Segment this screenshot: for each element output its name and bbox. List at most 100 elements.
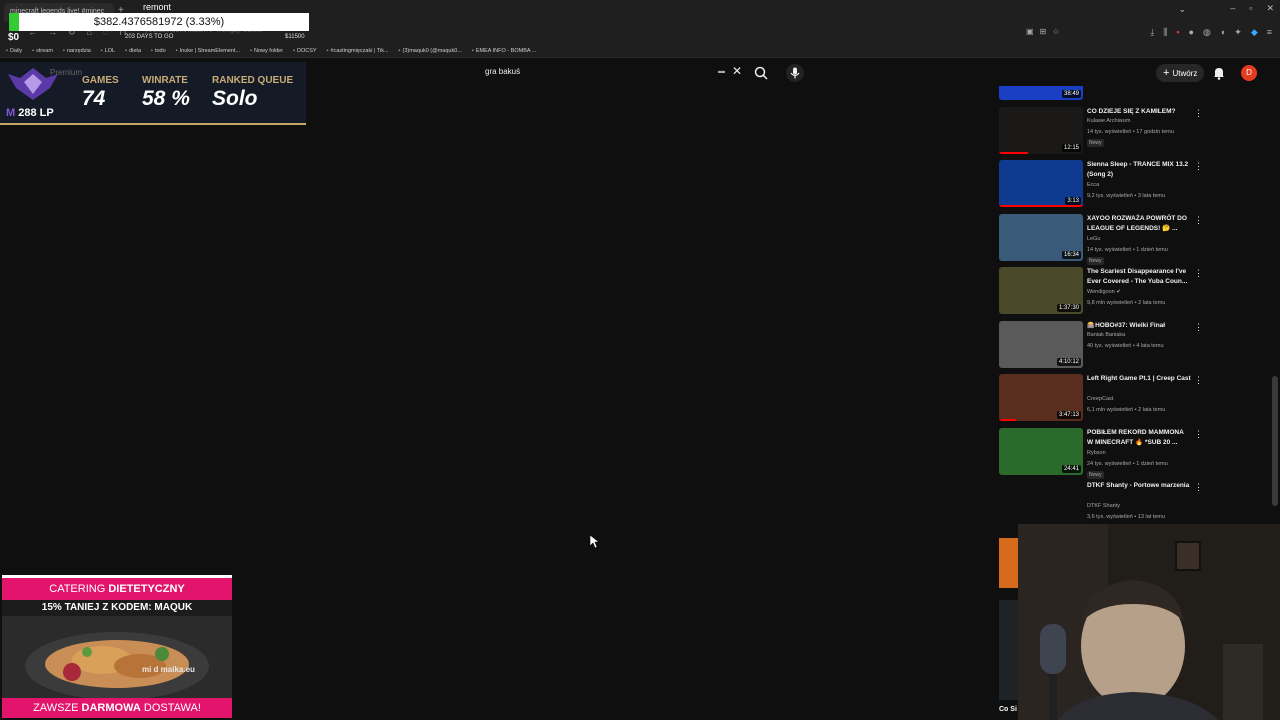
create-button[interactable]: + Utwórz [1156, 64, 1204, 82]
partial-thumbnail[interactable] [999, 538, 1019, 588]
video-list-item[interactable]: 3:13 Sienna Sleep - TRANCE MIX 13.2 (Song… [999, 160, 1209, 210]
video-list-item[interactable]: 1:37:30 The Scariest Disappearance I've E… [999, 267, 1209, 317]
stat-queue: RANKED QUEUE Solo [212, 75, 293, 111]
account-avatar[interactable]: D [1241, 65, 1257, 81]
plus-icon: + [1163, 67, 1170, 79]
video-list-item[interactable]: 24:41 POBIŁEM REKORD MAMMONA W MINECRAFT … [999, 427, 1209, 479]
video-duration: 12:15 [1061, 143, 1081, 152]
webcam-feed [1018, 524, 1280, 720]
video-thumbnail[interactable]: 1:37:30 [999, 267, 1083, 314]
channel-name[interactable]: Wendigoon ✔ [1087, 289, 1121, 295]
more-actions-icon[interactable]: ⋮ [1194, 215, 1203, 226]
bookmark-maquk[interactable]: (3)maquk0 (@maquk0... [399, 48, 461, 54]
page-scrollbar[interactable] [1272, 376, 1278, 506]
video-thumbnail[interactable]: 3:47:13 [999, 374, 1083, 421]
more-actions-icon[interactable]: ⋮ [1194, 429, 1203, 440]
sponsor-headline-bold: DIETETYCZNY [108, 583, 185, 595]
goal-progress-bar [9, 13, 19, 31]
video-duration: 24:41 [1061, 464, 1081, 473]
video-thumbnail[interactable]: 3:13 [999, 160, 1083, 207]
more-actions-icon[interactable]: ⋮ [1194, 375, 1203, 386]
bookmark-star-icon[interactable]: ☆ [1052, 27, 1059, 36]
more-actions-icon[interactable]: ⋮ [1194, 482, 1203, 493]
clear-search-icon[interactable]: ✕ [732, 64, 742, 78]
premium-label: Premium [50, 68, 83, 77]
extension-circle-icon[interactable]: ● [1189, 27, 1194, 38]
extension-blue-icon[interactable]: ◆ [1251, 27, 1258, 38]
bookmark-streamelements[interactable]: Inuke | StreamElement... [176, 48, 240, 54]
library-icon[interactable]: ⫼ [1163, 27, 1167, 38]
video-meta: 3,6 tys. wyświetleń • 13 lat temu [1087, 514, 1166, 520]
channel-name[interactable]: DTKF Shanty [1087, 503, 1120, 509]
keyboard-icon[interactable]: ▬ [718, 68, 725, 75]
video-thumbnail[interactable]: 4:10:12 [999, 320, 1083, 368]
video-title[interactable]: Sienna Sleep - TRANCE MIX 13.2 (Song 2) [1087, 160, 1191, 180]
minimize-icon[interactable]: – [1230, 3, 1235, 14]
extension-gray-icon[interactable]: ◍ [1203, 27, 1211, 38]
video-thumbnail[interactable]: 12:15 [999, 106, 1083, 154]
bookmark-emea[interactable]: EMEA INFO - BOMBA ... [472, 48, 537, 54]
video-title[interactable]: Left Right Game Pt.1 | Creep Cast [1087, 374, 1191, 384]
bookmark-dieta[interactable]: dieta [125, 48, 141, 54]
screenshot-icon[interactable]: ⊞ [1040, 27, 1047, 36]
video-list-item[interactable]: DTKF Shanty - Portowe marzenia DTKF Shant… [999, 481, 1209, 526]
video-list-item[interactable]: 4:10:12 🎰HOBO#37: Wielki Finał Baniak Bani… [999, 320, 1209, 371]
video-title[interactable]: The Scariest Disappearance I've Ever Cov… [1087, 267, 1191, 287]
download-icon[interactable]: ⤓ [1150, 27, 1154, 38]
more-actions-icon[interactable]: ⋮ [1194, 322, 1203, 333]
channel-name[interactable]: CreepCast [1087, 396, 1113, 402]
video-thumbnail[interactable]: 24:41 [999, 427, 1083, 475]
video-thumbnail[interactable]: 16:34 [999, 213, 1083, 261]
video-title[interactable]: XAYOO ROZWAŻA POWRÓT DO LEAGUE OF LEGEND… [1087, 214, 1191, 234]
volume-icon[interactable]: ◖ [1220, 27, 1225, 38]
video-meta: 9,8 mln wyświetleń • 2 lata temu [1087, 300, 1166, 306]
close-window-icon[interactable]: ✕ [1266, 3, 1274, 14]
channel-name[interactable]: LeGu [1087, 236, 1100, 242]
menu-icon[interactable]: ≡ [1267, 27, 1272, 38]
channel-name[interactable]: Baniak Baniaka [1087, 332, 1125, 338]
partial-video-title[interactable]: Co Si [999, 706, 1017, 713]
stat-winrate: WINRATE 58 % [142, 75, 190, 111]
new-badge: Nowy [1087, 470, 1104, 479]
bookmark-todo[interactable]: todo [151, 48, 166, 54]
notifications-bell-icon[interactable] [1213, 66, 1225, 80]
channel-name[interactable]: Ecca [1087, 182, 1099, 188]
bookmark-docsy[interactable]: DOCSY [293, 48, 317, 54]
video-list-item[interactable]: 16:34 XAYOO ROZWAŻA POWRÓT DO LEAGUE OF L… [999, 213, 1209, 265]
tab-list-icon[interactable]: ⌄ [1178, 4, 1186, 15]
search-input[interactable]: gra bakuś ▬ ✕ [476, 63, 748, 83]
video-thumbnail[interactable] [999, 481, 1083, 526]
bookmark-tiktok[interactable]: #castingmięczaki | Tik... [327, 48, 389, 54]
video-thumbnail[interactable]: 38:49 [999, 86, 1083, 100]
more-actions-icon[interactable]: ⋮ [1194, 268, 1203, 279]
more-actions-icon[interactable]: ⋮ [1194, 161, 1203, 172]
channel-name[interactable]: Kulawe Archiwum [1087, 118, 1130, 124]
video-duration: 1:37:30 [1056, 304, 1081, 312]
video-title[interactable]: 🎰HOBO#37: Wielki Finał [1087, 321, 1191, 331]
puzzle-icon[interactable]: ✦ [1234, 27, 1242, 38]
lp-value: 288 LP [18, 107, 54, 119]
install-app-icon[interactable]: ▣ [1026, 27, 1034, 36]
video-list-item[interactable]: 38:497,7 mln wyświetleń • 1 rok temu [999, 86, 1209, 103]
goal-target: $11500 [285, 34, 305, 40]
partial-thumbnail[interactable] [999, 600, 1019, 700]
bookmark-folder[interactable]: Nowy folder [250, 48, 283, 54]
search-icon[interactable] [752, 64, 770, 82]
window-controls: – ▫ ✕ [1230, 3, 1274, 14]
maximize-icon[interactable]: ▫ [1249, 3, 1252, 14]
video-title[interactable]: DTKF Shanty - Portowe marzenia [1087, 481, 1191, 491]
bookmark-narzedzia[interactable]: narzędzia [63, 48, 91, 54]
video-title[interactable]: CO DZIEJE SIĘ Z KAMILEM? [1087, 107, 1191, 117]
extension-red-icon[interactable]: ▪ [1176, 27, 1179, 38]
video-title[interactable]: POBIŁEM REKORD MAMMONA W MINECRAFT 🔥 *SU… [1087, 428, 1191, 448]
more-actions-icon[interactable]: ⋮ [1194, 108, 1203, 119]
sponsor-footer-prefix: ZAWSZE [33, 702, 82, 714]
stream-screen: minecraft legends live! #minec + ⌄ – ▫ ✕… [0, 0, 1280, 720]
video-list-item[interactable]: 12:15 CO DZIEJE SIĘ Z KAMILEM? Kulawe Arch… [999, 106, 1209, 157]
bookmark-daily[interactable]: Daily [6, 48, 22, 54]
channel-name[interactable]: Rybson [1087, 450, 1106, 456]
bookmark-lol[interactable]: LOL [101, 48, 115, 54]
bookmark-stream[interactable]: stream [32, 48, 53, 54]
voice-search-button[interactable] [786, 64, 804, 82]
video-list-item[interactable]: 3:47:13 Left Right Game Pt.1 | Creep Cast… [999, 374, 1209, 424]
